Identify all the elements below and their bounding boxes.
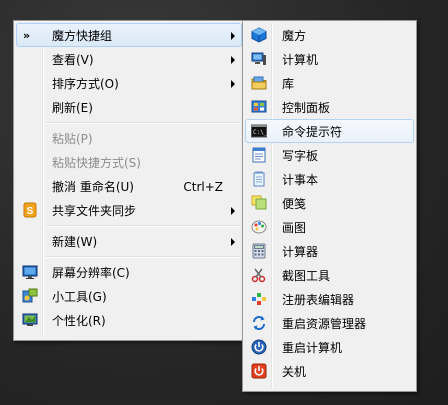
submenu-item-mofang[interactable]: 魔方	[245, 23, 414, 47]
submenu-item-library[interactable]: 库	[245, 71, 414, 95]
snipping-tool-icon	[251, 267, 267, 283]
menu-item-shared-folder-sync[interactable]: S 共享文件夹同步	[16, 198, 242, 222]
paint-icon	[251, 219, 267, 235]
menu-item-label: 粘贴(P)	[52, 132, 93, 146]
desktop-context-menu: » 魔方快捷组 查看(V) 排序方式(O) 刷新(E) 粘贴(P) 粘贴快捷方式…	[13, 20, 245, 341]
menu-item-label: 屏幕分辨率(C)	[52, 266, 130, 280]
menu-item-label: 粘贴快捷方式(S)	[52, 156, 141, 170]
sticky-notes-icon	[251, 195, 267, 211]
svg-text:C:\_: C:\_	[253, 129, 267, 136]
submenu-item-restart-computer[interactable]: 重启计算机	[245, 335, 414, 359]
menu-item-label: 库	[282, 77, 295, 91]
submenu-item-registry-editor[interactable]: 注册表编辑器	[245, 287, 414, 311]
menu-separator	[16, 119, 242, 126]
submenu-item-control-panel[interactable]: 控制面板	[245, 95, 414, 119]
menu-item-undo-rename[interactable]: 撤消 重命名(U) Ctrl+Z	[16, 174, 242, 198]
submenu-item-computer[interactable]: 计算机	[245, 47, 414, 71]
submenu-item-snipping-tool[interactable]: 截图工具	[245, 263, 414, 287]
submenu-item-sticky-notes[interactable]: 便笺	[245, 191, 414, 215]
menu-item-label: 魔方快捷组	[52, 29, 113, 43]
menu-item-label: 计事本	[282, 173, 319, 187]
sync-s-icon: S	[22, 202, 38, 218]
menu-item-screen-resolution[interactable]: 屏幕分辨率(C)	[16, 260, 242, 284]
wordpad-icon	[251, 147, 267, 163]
menu-separator	[16, 222, 242, 229]
menu-item-label: 计算机	[282, 53, 319, 67]
menu-item-label: 重启资源管理器	[282, 317, 367, 331]
menu-item-label: 画图	[282, 221, 307, 235]
menu-item-label: 撤消 重命名(U)	[52, 180, 134, 194]
menu-item-personalize[interactable]: 个性化(R)	[16, 308, 242, 332]
menu-item-paste-shortcut[interactable]: 粘贴快捷方式(S)	[16, 150, 242, 174]
menu-item-gadgets[interactable]: 小工具(G)	[16, 284, 242, 308]
menu-item-new[interactable]: 新建(W)	[16, 229, 242, 253]
menu-item-label: 重启计算机	[282, 341, 343, 355]
submenu-arrow-icon	[231, 207, 235, 215]
submenu-arrow-icon	[231, 238, 235, 246]
menu-item-sort-by[interactable]: 排序方式(O)	[16, 71, 242, 95]
double-chevron-icon: »	[23, 29, 30, 42]
menu-item-label: 小工具(G)	[52, 290, 107, 304]
menu-item-label: 注册表编辑器	[282, 293, 355, 307]
menu-item-label: 查看(V)	[52, 53, 94, 67]
menu-item-label: 写字板	[282, 149, 319, 163]
monitor-icon	[22, 264, 38, 280]
computer-icon	[251, 51, 267, 67]
svg-text:S: S	[27, 206, 34, 217]
menu-separator	[16, 253, 242, 260]
menu-item-label: 排序方式(O)	[52, 77, 119, 91]
submenu-item-wordpad[interactable]: 写字板	[245, 143, 414, 167]
submenu-arrow-icon	[231, 56, 235, 64]
submenu-item-shutdown[interactable]: 关机	[245, 359, 414, 383]
cmd-icon: C:\_	[251, 123, 268, 139]
menu-item-label: 新建(W)	[52, 235, 98, 249]
submenu-item-notepad[interactable]: 计事本	[245, 167, 414, 191]
shutdown-icon	[251, 363, 267, 379]
submenu-item-command-prompt[interactable]: C:\_ 命令提示符	[245, 119, 414, 143]
calculator-icon	[251, 243, 267, 259]
submenu-item-restart-explorer[interactable]: 重启资源管理器	[245, 311, 414, 335]
menu-item-label: 个性化(R)	[52, 314, 106, 328]
submenu-item-calculator[interactable]: 计算器	[245, 239, 414, 263]
menu-item-label: 控制面板	[282, 101, 331, 115]
restart-icon	[251, 339, 267, 355]
control-panel-icon	[251, 99, 267, 115]
library-icon	[251, 75, 267, 91]
menu-item-refresh[interactable]: 刷新(E)	[16, 95, 242, 119]
menu-item-label: 计算器	[282, 245, 319, 259]
notepad-icon	[251, 171, 267, 187]
cube-icon	[251, 27, 267, 43]
submenu-arrow-icon	[231, 32, 235, 40]
submenu-item-paint[interactable]: 画图	[245, 215, 414, 239]
menu-item-label: 魔方	[282, 29, 307, 43]
menu-item-label: 命令提示符	[282, 125, 343, 139]
menu-item-label: 共享文件夹同步	[52, 204, 137, 218]
submenu-arrow-icon	[231, 80, 235, 88]
mofang-shortcuts-submenu: 魔方 计算机 库 控制面板 C:\_ 命令提示符 写字板 计事本 便笺 画图 计…	[242, 20, 417, 392]
personalize-icon	[22, 312, 38, 328]
menu-item-paste[interactable]: 粘贴(P)	[16, 126, 242, 150]
regedit-icon	[251, 291, 267, 307]
menu-item-mofang-shortcuts[interactable]: » 魔方快捷组	[16, 23, 242, 47]
gadgets-icon	[22, 288, 38, 304]
menu-item-view[interactable]: 查看(V)	[16, 47, 242, 71]
menu-item-shortcut: Ctrl+Z	[183, 180, 223, 194]
menu-item-label: 关机	[282, 365, 307, 379]
restart-explorer-icon	[251, 315, 267, 331]
menu-item-label: 便笺	[282, 197, 307, 211]
menu-item-label: 截图工具	[282, 269, 331, 283]
menu-item-label: 刷新(E)	[52, 101, 93, 115]
